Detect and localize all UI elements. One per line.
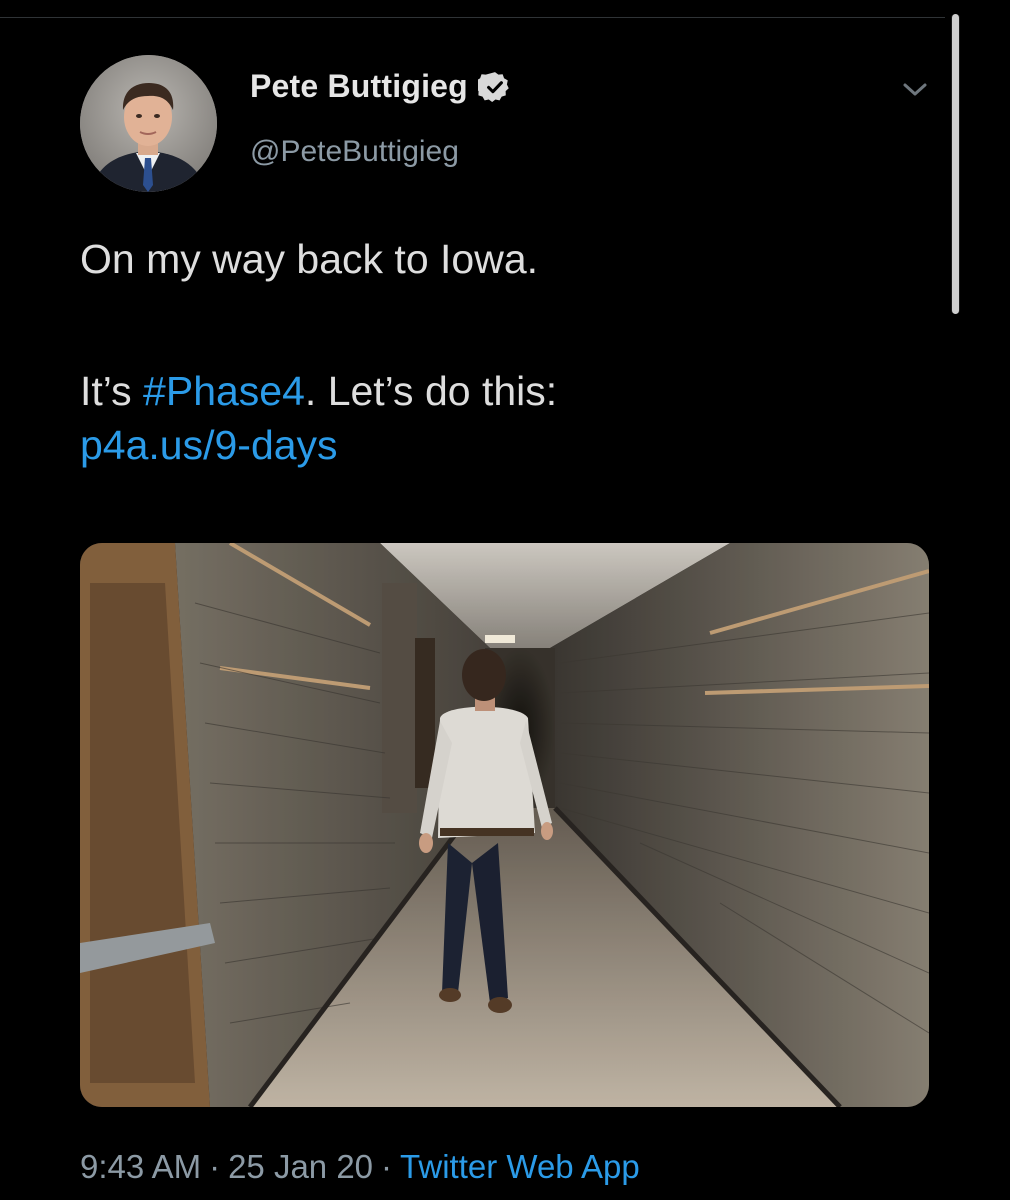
tweet-date[interactable]: 25 Jan 20 [228,1148,373,1185]
chevron-down-icon[interactable] [898,76,932,104]
tweet-line-2-suffix: . Let’s do this: [304,368,558,414]
avatar[interactable] [80,55,217,192]
meta-separator: · [381,1148,393,1185]
tweet-line-2: It’s #Phase4. Let’s do this: [80,364,920,418]
scrollbar-thumb[interactable] [952,14,959,314]
avatar-photo [80,55,217,192]
tweet-photo[interactable] [80,543,929,1107]
tweet-time[interactable]: 9:43 AM [80,1148,201,1185]
tweet-line-2-prefix: It’s [80,368,144,414]
verified-badge-icon [475,70,512,104]
scrollbar[interactable] [951,14,960,314]
user-handle[interactable]: @PeteButtigieg [250,135,459,169]
top-divider [0,17,945,18]
meta-separator: · [209,1148,221,1185]
author-name-row[interactable]: Pete Buttigieg [250,68,512,105]
tweet-text: On my way back to Iowa. It’s #Phase4. Le… [80,232,920,472]
display-name[interactable]: Pete Buttigieg [250,68,468,105]
tweet-line-1: On my way back to Iowa. [80,236,539,282]
tweet-meta: 9:43 AM · 25 Jan 20 · Twitter Web App [80,1148,640,1186]
tweet-url-link[interactable]: p4a.us/9-days [80,418,920,472]
hashtag-link[interactable]: #Phase4 [143,368,305,414]
hallway-photo [80,543,929,1107]
tweet-source-link[interactable]: Twitter Web App [400,1148,640,1185]
